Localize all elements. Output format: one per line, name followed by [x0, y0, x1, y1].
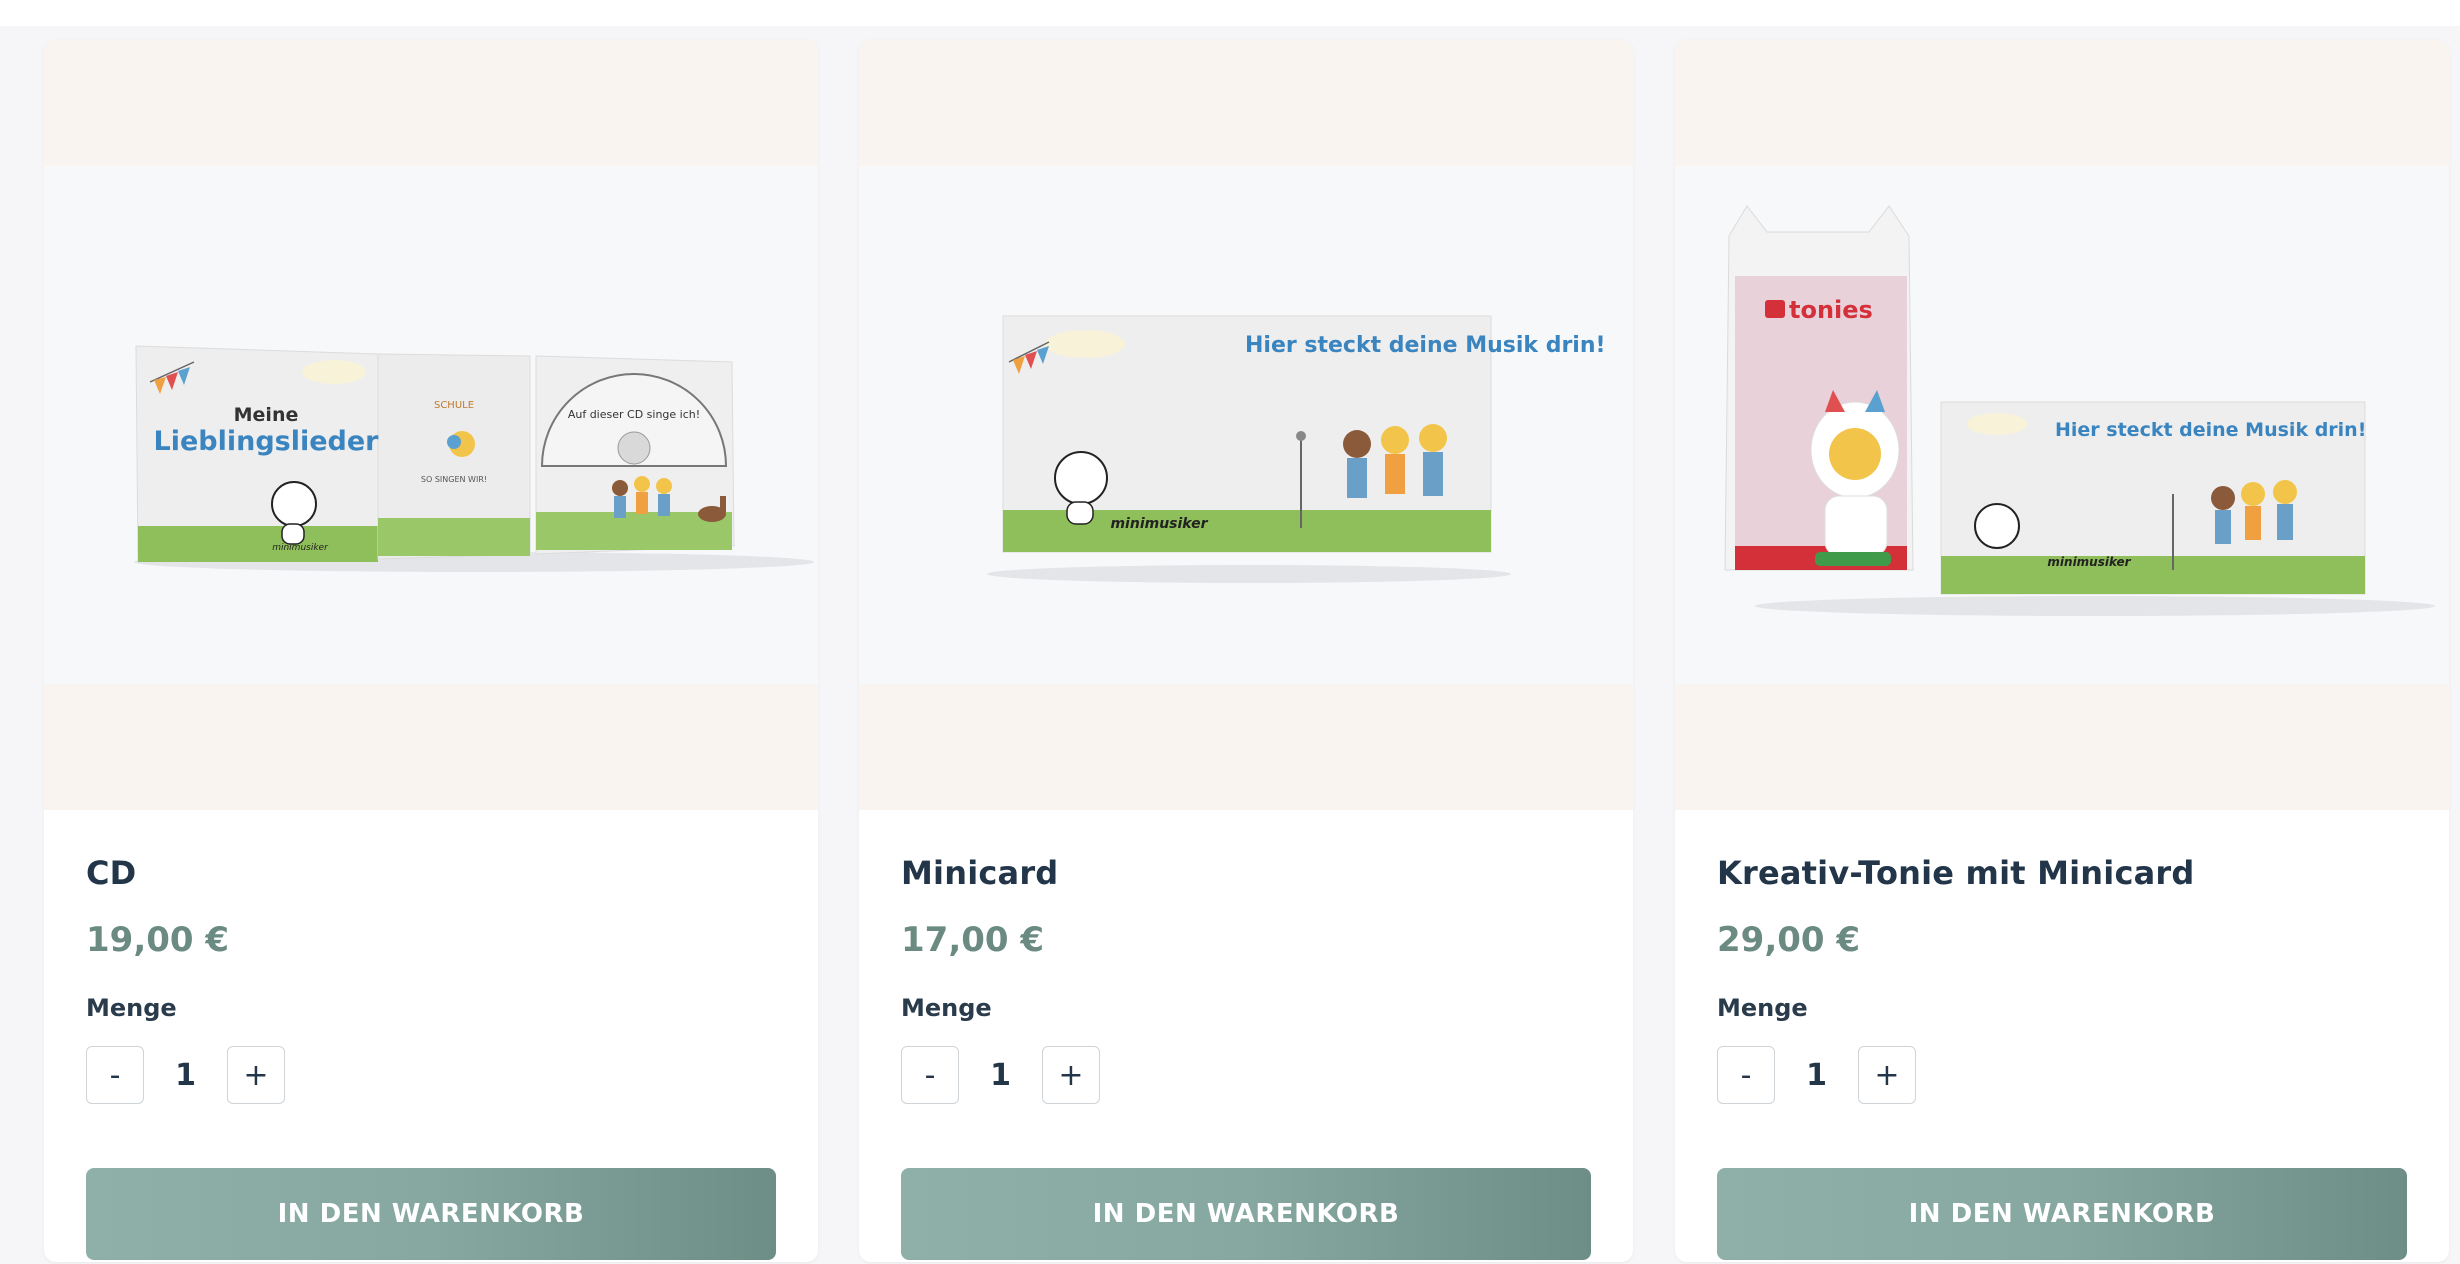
quantity-label: Menge — [1717, 994, 1808, 1022]
quantity-decrease-button[interactable]: - — [1717, 1046, 1775, 1104]
quantity-label: Menge — [901, 994, 992, 1022]
tonie-product-illustration: tonies Hier steckt deine Musik drin! min… — [1724, 205, 2435, 616]
tonies-logo-text: tonies — [1789, 296, 1873, 324]
product-card: tonies Hier steckt deine Musik drin! min… — [1675, 40, 2449, 1262]
tonie-card-headline-text: Hier steckt deine Musik drin! — [2055, 419, 2366, 441]
quantity-stepper: - 1 + — [901, 1046, 1101, 1104]
tonie-card-brand-text: minimusiker — [2047, 555, 2131, 569]
product-photo: Meine Lieblingslieder SCHULE SO SINGEN W… — [44, 166, 818, 684]
product-price: 17,00 € — [901, 920, 1045, 960]
quantity-label: Menge — [86, 994, 177, 1022]
quantity-increase-button[interactable]: + — [227, 1046, 285, 1104]
add-to-cart-button[interactable]: IN DEN WARENKORB — [86, 1168, 776, 1260]
quantity-increase-button[interactable]: + — [1042, 1046, 1100, 1104]
quantity-input[interactable]: 1 — [959, 1046, 1042, 1104]
quantity-increase-button[interactable]: + — [1858, 1046, 1916, 1104]
product-image-area[interactable]: Hier steckt deine Musik drin! minimusike… — [859, 40, 1633, 810]
quantity-input[interactable]: 1 — [1775, 1046, 1858, 1104]
product-card: Hier steckt deine Musik drin! minimusike… — [859, 40, 1633, 1262]
product-title[interactable]: CD — [86, 854, 136, 892]
quantity-decrease-button[interactable]: - — [901, 1046, 959, 1104]
product-photo: tonies Hier steckt deine Musik drin! min… — [1675, 166, 2449, 684]
quantity-stepper: - 1 + — [86, 1046, 286, 1104]
cd-product-illustration: Meine Lieblingslieder SCHULE SO SINGEN W… — [134, 345, 814, 572]
quantity-decrease-button[interactable]: - — [86, 1046, 144, 1104]
cd-line1-text: Meine — [234, 404, 299, 426]
product-price: 29,00 € — [1717, 920, 1861, 960]
product-image-area[interactable]: tonies Hier steckt deine Musik drin! min… — [1675, 40, 2449, 810]
top-strip — [0, 0, 2460, 26]
minicard-headline-text: Hier steckt deine Musik drin! — [1245, 333, 1606, 358]
product-grid: Meine Lieblingslieder SCHULE SO SINGEN W… — [0, 40, 2460, 1264]
cd-sing-text: SO SINGEN WIR! — [421, 475, 487, 484]
product-photo: Hier steckt deine Musik drin! minimusike… — [859, 166, 1633, 684]
cd-brand-text: minimusiker — [272, 543, 329, 553]
minicard-brand-text: minimusiker — [1110, 516, 1208, 532]
add-to-cart-button[interactable]: IN DEN WARENKORB — [1717, 1168, 2407, 1260]
product-title[interactable]: Kreativ-Tonie mit Minicard — [1717, 854, 2195, 892]
product-card: Meine Lieblingslieder SCHULE SO SINGEN W… — [44, 40, 818, 1262]
product-image-area[interactable]: Meine Lieblingslieder SCHULE SO SINGEN W… — [44, 40, 818, 810]
product-price: 19,00 € — [86, 920, 230, 960]
quantity-stepper: - 1 + — [1717, 1046, 1917, 1104]
product-title[interactable]: Minicard — [901, 854, 1058, 892]
cd-line2-text: Lieblingslieder — [153, 426, 379, 457]
cd-school-text: SCHULE — [434, 400, 474, 411]
minicard-product-illustration: Hier steckt deine Musik drin! minimusike… — [987, 315, 1606, 583]
cd-disc-text: Auf dieser CD singe ich! — [568, 408, 700, 421]
add-to-cart-button[interactable]: IN DEN WARENKORB — [901, 1168, 1591, 1260]
quantity-input[interactable]: 1 — [144, 1046, 227, 1104]
